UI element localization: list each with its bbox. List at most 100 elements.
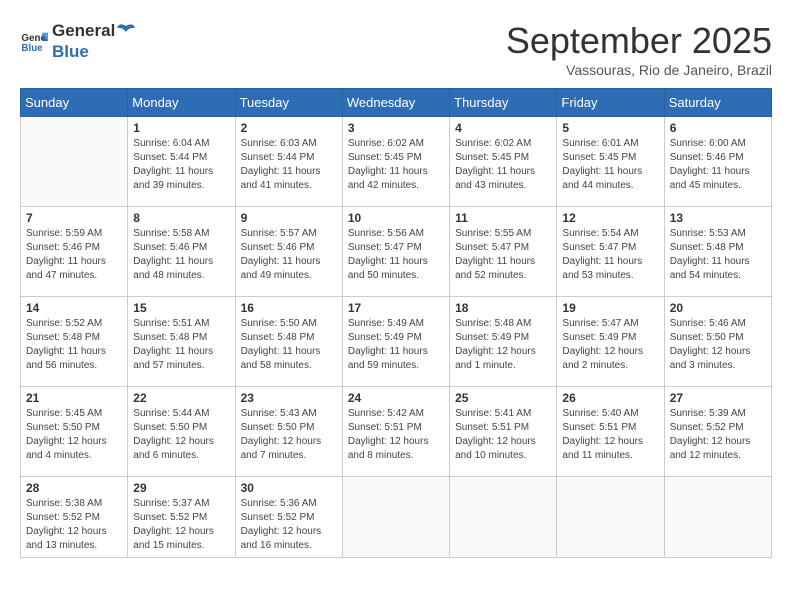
calendar-week-row: 7 Sunrise: 5:59 AMSunset: 5:46 PMDaylight…: [21, 207, 772, 297]
calendar-table: SundayMondayTuesdayWednesdayThursdayFrid…: [20, 88, 772, 558]
day-number: 3: [348, 121, 444, 135]
calendar-week-row: 1 Sunrise: 6:04 AMSunset: 5:44 PMDaylight…: [21, 117, 772, 207]
day-info: Sunrise: 5:41 AMSunset: 5:51 PMDaylight:…: [455, 407, 551, 463]
day-info: Sunrise: 5:52 AMSunset: 5:48 PMDaylight:…: [26, 317, 122, 373]
calendar-cell: 1 Sunrise: 6:04 AMSunset: 5:44 PMDaylight…: [128, 117, 235, 207]
day-number: 29: [133, 481, 229, 495]
calendar-cell: 13 Sunrise: 5:53 AMSunset: 5:48 PMDayligh…: [664, 207, 771, 297]
day-number: 30: [241, 481, 337, 495]
day-info: Sunrise: 5:58 AMSunset: 5:46 PMDaylight:…: [133, 227, 229, 283]
day-number: 5: [562, 121, 658, 135]
calendar-cell: [342, 477, 449, 558]
day-info: Sunrise: 5:51 AMSunset: 5:48 PMDaylight:…: [133, 317, 229, 373]
calendar-cell: 3 Sunrise: 6:02 AMSunset: 5:45 PMDaylight…: [342, 117, 449, 207]
day-info: Sunrise: 6:02 AMSunset: 5:45 PMDaylight:…: [348, 137, 444, 193]
day-info: Sunrise: 5:47 AMSunset: 5:49 PMDaylight:…: [562, 317, 658, 373]
day-info: Sunrise: 6:03 AMSunset: 5:44 PMDaylight:…: [241, 137, 337, 193]
calendar-cell: 23Sunrise: 5:43 AMSunset: 5:50 PMDayligh…: [235, 387, 342, 477]
calendar-cell: 7 Sunrise: 5:59 AMSunset: 5:46 PMDaylight…: [21, 207, 128, 297]
day-number: 12: [562, 211, 658, 225]
day-number: 14: [26, 301, 122, 315]
day-info: Sunrise: 5:56 AMSunset: 5:47 PMDaylight:…: [348, 227, 444, 283]
calendar-cell: 28 Sunrise: 5:38 AMSunset: 5:52 PMDayligh…: [21, 477, 128, 558]
calendar-cell: 10Sunrise: 5:56 AMSunset: 5:47 PMDayligh…: [342, 207, 449, 297]
day-info: Sunrise: 5:44 AMSunset: 5:50 PMDaylight:…: [133, 407, 229, 463]
day-number: 8: [133, 211, 229, 225]
calendar-cell: 2 Sunrise: 6:03 AMSunset: 5:44 PMDaylight…: [235, 117, 342, 207]
logo-blue-text: Blue: [52, 42, 89, 61]
calendar-cell: 16Sunrise: 5:50 AMSunset: 5:48 PMDayligh…: [235, 297, 342, 387]
day-info: Sunrise: 5:54 AMSunset: 5:47 PMDaylight:…: [562, 227, 658, 283]
day-number: 19: [562, 301, 658, 315]
day-number: 24: [348, 391, 444, 405]
location-subtitle: Vassouras, Rio de Janeiro, Brazil: [506, 62, 772, 78]
calendar-cell: 25 Sunrise: 5:41 AMSunset: 5:51 PMDayligh…: [450, 387, 557, 477]
day-info: Sunrise: 5:49 AMSunset: 5:49 PMDaylight:…: [348, 317, 444, 373]
calendar-cell: 26 Sunrise: 5:40 AMSunset: 5:51 PMDayligh…: [557, 387, 664, 477]
day-number: 4: [455, 121, 551, 135]
day-info: Sunrise: 5:36 AMSunset: 5:52 PMDaylight:…: [241, 497, 337, 553]
calendar-week-row: 21Sunrise: 5:45 AMSunset: 5:50 PMDayligh…: [21, 387, 772, 477]
day-info: Sunrise: 5:53 AMSunset: 5:48 PMDaylight:…: [670, 227, 766, 283]
day-header-friday: Friday: [557, 89, 664, 117]
page-header: General Blue General Blue September 2025…: [20, 20, 772, 78]
calendar-cell: 15 Sunrise: 5:51 AMSunset: 5:48 PMDayligh…: [128, 297, 235, 387]
calendar-cell: 11 Sunrise: 5:55 AMSunset: 5:47 PMDayligh…: [450, 207, 557, 297]
month-title: September 2025: [506, 20, 772, 62]
day-number: 7: [26, 211, 122, 225]
calendar-cell: [450, 477, 557, 558]
calendar-week-row: 14 Sunrise: 5:52 AMSunset: 5:48 PMDayligh…: [21, 297, 772, 387]
day-header-tuesday: Tuesday: [235, 89, 342, 117]
day-header-monday: Monday: [128, 89, 235, 117]
day-info: Sunrise: 5:37 AMSunset: 5:52 PMDaylight:…: [133, 497, 229, 553]
day-number: 15: [133, 301, 229, 315]
day-number: 28: [26, 481, 122, 495]
day-info: Sunrise: 6:02 AMSunset: 5:45 PMDaylight:…: [455, 137, 551, 193]
day-header-thursday: Thursday: [450, 89, 557, 117]
calendar-cell: 12 Sunrise: 5:54 AMSunset: 5:47 PMDayligh…: [557, 207, 664, 297]
day-number: 9: [241, 211, 337, 225]
day-header-sunday: Sunday: [21, 89, 128, 117]
day-number: 17: [348, 301, 444, 315]
calendar-cell: 14 Sunrise: 5:52 AMSunset: 5:48 PMDayligh…: [21, 297, 128, 387]
calendar-cell: 30 Sunrise: 5:36 AMSunset: 5:52 PMDayligh…: [235, 477, 342, 558]
day-number: 2: [241, 121, 337, 135]
day-info: Sunrise: 5:38 AMSunset: 5:52 PMDaylight:…: [26, 497, 122, 553]
day-number: 25: [455, 391, 551, 405]
day-info: Sunrise: 6:04 AMSunset: 5:44 PMDaylight:…: [133, 137, 229, 193]
calendar-cell: 5Sunrise: 6:01 AMSunset: 5:45 PMDaylight…: [557, 117, 664, 207]
day-number: 1: [133, 121, 229, 135]
day-info: Sunrise: 5:39 AMSunset: 5:52 PMDaylight:…: [670, 407, 766, 463]
calendar-cell: 19 Sunrise: 5:47 AMSunset: 5:49 PMDayligh…: [557, 297, 664, 387]
logo-general-text: General: [52, 21, 115, 41]
day-header-wednesday: Wednesday: [342, 89, 449, 117]
calendar-cell: [21, 117, 128, 207]
day-number: 20: [670, 301, 766, 315]
calendar-cell: 27Sunrise: 5:39 AMSunset: 5:52 PMDayligh…: [664, 387, 771, 477]
day-info: Sunrise: 5:42 AMSunset: 5:51 PMDaylight:…: [348, 407, 444, 463]
day-number: 13: [670, 211, 766, 225]
day-info: Sunrise: 6:00 AMSunset: 5:46 PMDaylight:…: [670, 137, 766, 193]
day-info: Sunrise: 5:48 AMSunset: 5:49 PMDaylight:…: [455, 317, 551, 373]
calendar-cell: 4 Sunrise: 6:02 AMSunset: 5:45 PMDaylight…: [450, 117, 557, 207]
logo: General Blue General Blue: [20, 20, 137, 62]
day-number: 26: [562, 391, 658, 405]
logo-bird-icon: [115, 20, 137, 42]
day-number: 16: [241, 301, 337, 315]
day-header-saturday: Saturday: [664, 89, 771, 117]
day-info: Sunrise: 5:55 AMSunset: 5:47 PMDaylight:…: [455, 227, 551, 283]
calendar-cell: 24 Sunrise: 5:42 AMSunset: 5:51 PMDayligh…: [342, 387, 449, 477]
logo-icon: General Blue: [20, 27, 48, 55]
day-number: 6: [670, 121, 766, 135]
day-number: 22: [133, 391, 229, 405]
day-number: 21: [26, 391, 122, 405]
day-number: 11: [455, 211, 551, 225]
calendar-cell: 29 Sunrise: 5:37 AMSunset: 5:52 PMDayligh…: [128, 477, 235, 558]
day-info: Sunrise: 5:43 AMSunset: 5:50 PMDaylight:…: [241, 407, 337, 463]
day-info: Sunrise: 5:40 AMSunset: 5:51 PMDaylight:…: [562, 407, 658, 463]
calendar-cell: 18Sunrise: 5:48 AMSunset: 5:49 PMDayligh…: [450, 297, 557, 387]
day-info: Sunrise: 5:59 AMSunset: 5:46 PMDaylight:…: [26, 227, 122, 283]
calendar-cell: [557, 477, 664, 558]
calendar-cell: 8 Sunrise: 5:58 AMSunset: 5:46 PMDaylight…: [128, 207, 235, 297]
calendar-header-row: SundayMondayTuesdayWednesdayThursdayFrid…: [21, 89, 772, 117]
